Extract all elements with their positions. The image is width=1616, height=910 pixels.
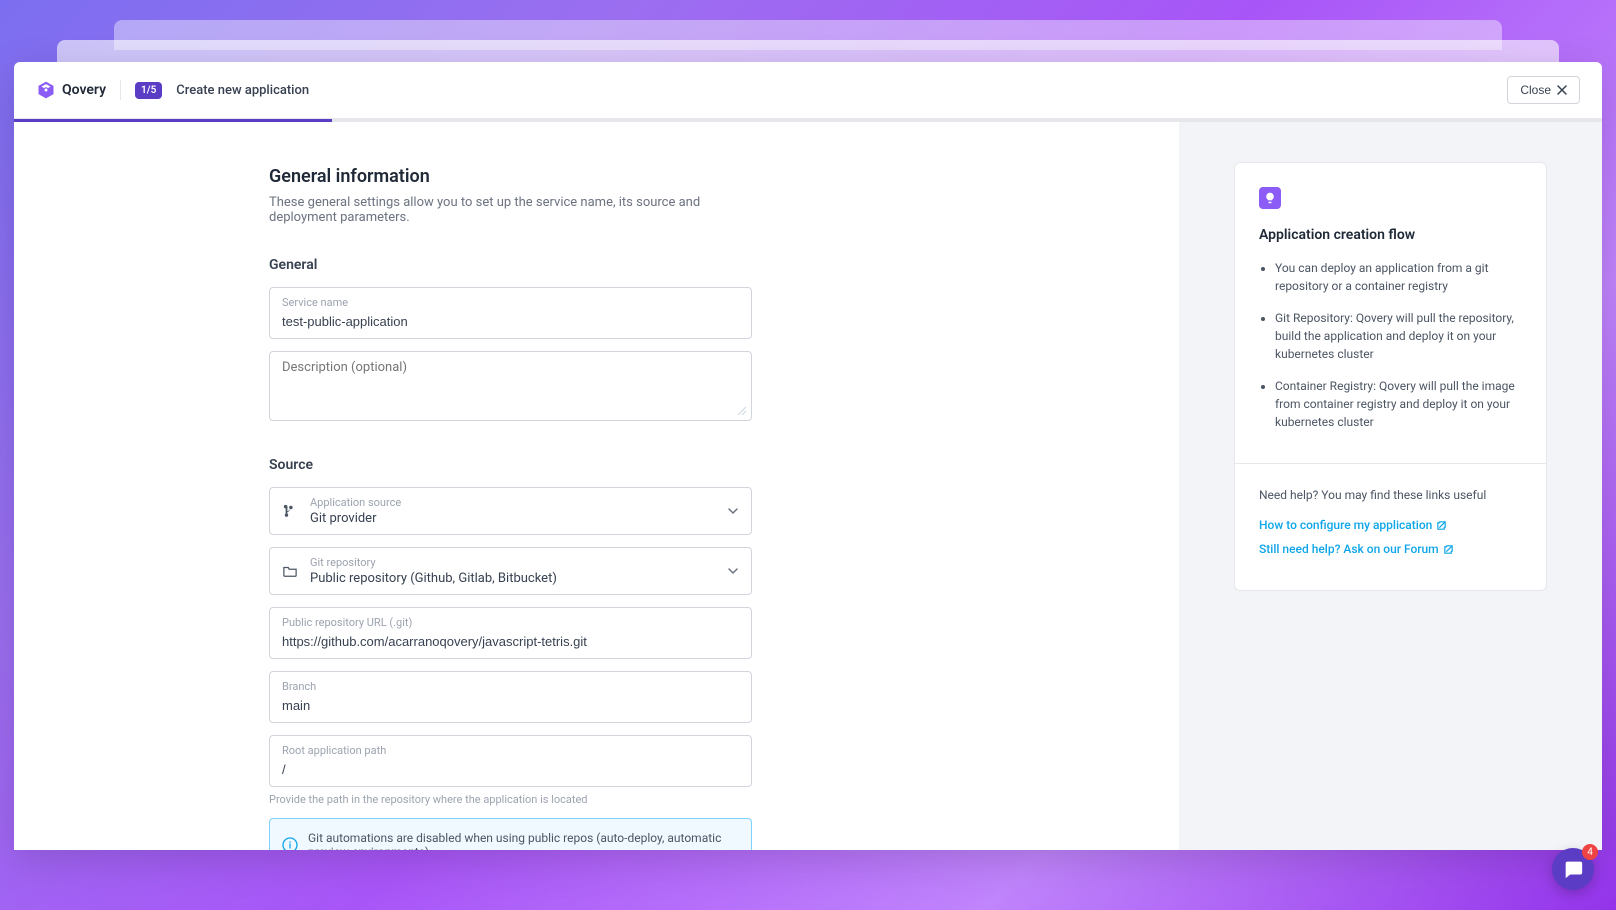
branch-label: Branch [282,680,739,693]
repo-url-input[interactable] [282,634,739,649]
tip-item: You can deploy an application from a git… [1275,259,1522,295]
forum-link[interactable]: Still need help? Ask on our Forum [1259,542,1522,556]
chevron-down-icon [727,565,739,577]
branch-input[interactable] [282,698,739,713]
configure-app-link[interactable]: How to configure my application [1259,518,1522,532]
tip-item: Git Repository: Qovery will pull the rep… [1275,309,1522,363]
create-application-modal: Qovery 1/5 Create new application Close … [14,62,1602,850]
folder-icon [282,563,298,579]
page-title: General information [269,166,752,187]
git-repo-value: Public repository (Github, Gitlab, Bitbu… [310,571,715,586]
git-repo-label: Git repository [310,556,715,569]
tips-panel: Application creation flow You can deploy… [1179,122,1602,850]
source-section-label: Source [269,457,752,473]
description-field[interactable] [269,351,752,421]
root-path-input[interactable] [282,762,739,777]
external-link-icon [1443,544,1454,555]
app-source-value: Git provider [310,511,715,526]
tip-title: Application creation flow [1259,227,1522,243]
tip-item: Container Registry: Qovery will pull the… [1275,377,1522,431]
chevron-down-icon [727,505,739,517]
service-name-label: Service name [282,296,739,309]
repo-url-field[interactable]: Public repository URL (.git) [269,607,752,659]
root-path-help: Provide the path in the repository where… [269,793,752,806]
root-path-label: Root application path [282,744,739,757]
chat-icon [1562,858,1584,880]
resize-handle-icon [737,406,747,416]
description-input[interactable] [282,360,739,408]
general-section-label: General [269,257,752,273]
close-icon [1557,85,1567,95]
info-icon [282,837,298,850]
branch-icon [282,503,298,519]
qovery-logo-icon [36,80,56,100]
tip-card: Application creation flow You can deploy… [1234,162,1547,591]
chat-widget[interactable]: 4 [1552,848,1594,890]
close-label: Close [1520,83,1551,97]
info-banner: Git automations are disabled when using … [269,818,752,850]
repo-url-label: Public repository URL (.git) [282,616,739,629]
git-repository-select[interactable]: Git repository Public repository (Github… [269,547,752,595]
lightbulb-icon [1259,187,1281,209]
external-link-icon [1436,520,1447,531]
help-intro: Need help? You may find these links usef… [1259,488,1522,502]
brand-name: Qovery [62,82,106,98]
service-name-input[interactable] [282,314,739,329]
chat-badge: 4 [1582,844,1598,860]
app-source-label: Application source [310,496,715,509]
page-description: These general settings allow you to set … [269,195,752,225]
info-text: Git automations are disabled when using … [308,831,739,850]
modal-title: Create new application [176,83,309,98]
root-path-field[interactable]: Root application path [269,735,752,787]
brand-logo: Qovery [36,80,121,100]
branch-field[interactable]: Branch [269,671,752,723]
divider [1235,463,1546,464]
modal-header: Qovery 1/5 Create new application Close [14,62,1602,119]
close-button[interactable]: Close [1507,76,1580,104]
step-badge: 1/5 [135,82,162,99]
tip-list: You can deploy an application from a git… [1259,259,1522,431]
application-source-select[interactable]: Application source Git provider [269,487,752,535]
service-name-field[interactable]: Service name [269,287,752,339]
main-form-panel: General information These general settin… [14,122,1179,850]
